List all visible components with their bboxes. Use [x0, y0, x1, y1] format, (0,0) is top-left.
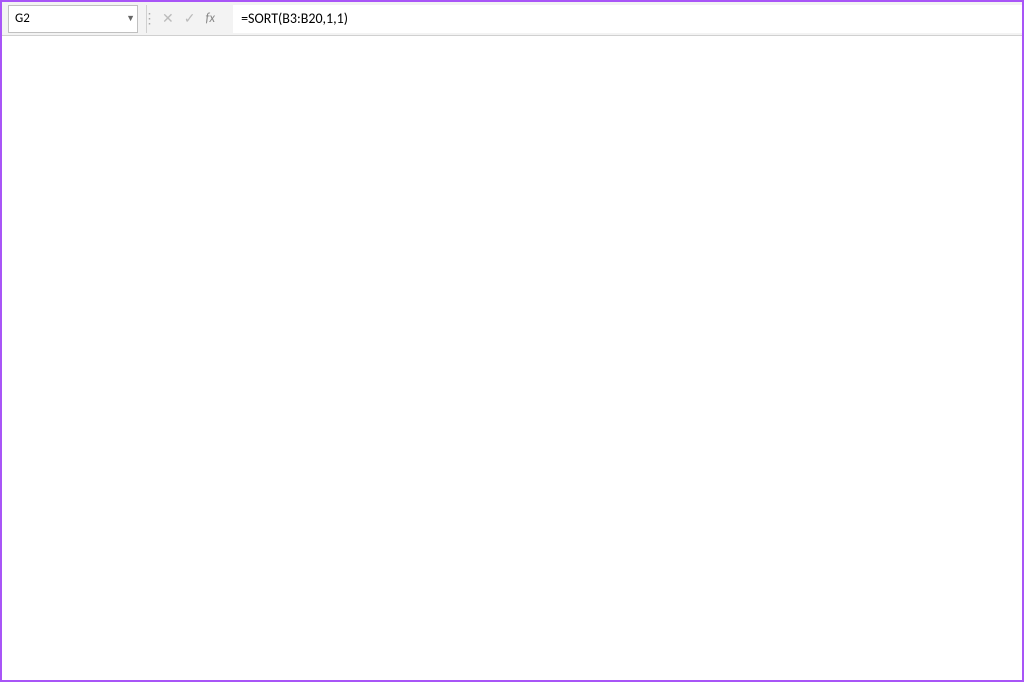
fx-label[interactable]: fx — [205, 11, 215, 26]
formula-bar-buttons: ✕ ✓ fx — [152, 10, 233, 27]
enter-icon[interactable]: ✓ — [184, 10, 196, 27]
name-box-value: G2 — [15, 11, 30, 26]
cancel-icon[interactable]: ✕ — [162, 10, 174, 27]
name-box-dropdown-icon[interactable]: ▼ — [126, 13, 135, 24]
formula-bar: G2 ▼ ⋮ ✕ ✓ fx — [2, 2, 1022, 36]
name-box[interactable]: G2 ▼ — [8, 5, 138, 33]
formula-input[interactable] — [233, 5, 1022, 33]
